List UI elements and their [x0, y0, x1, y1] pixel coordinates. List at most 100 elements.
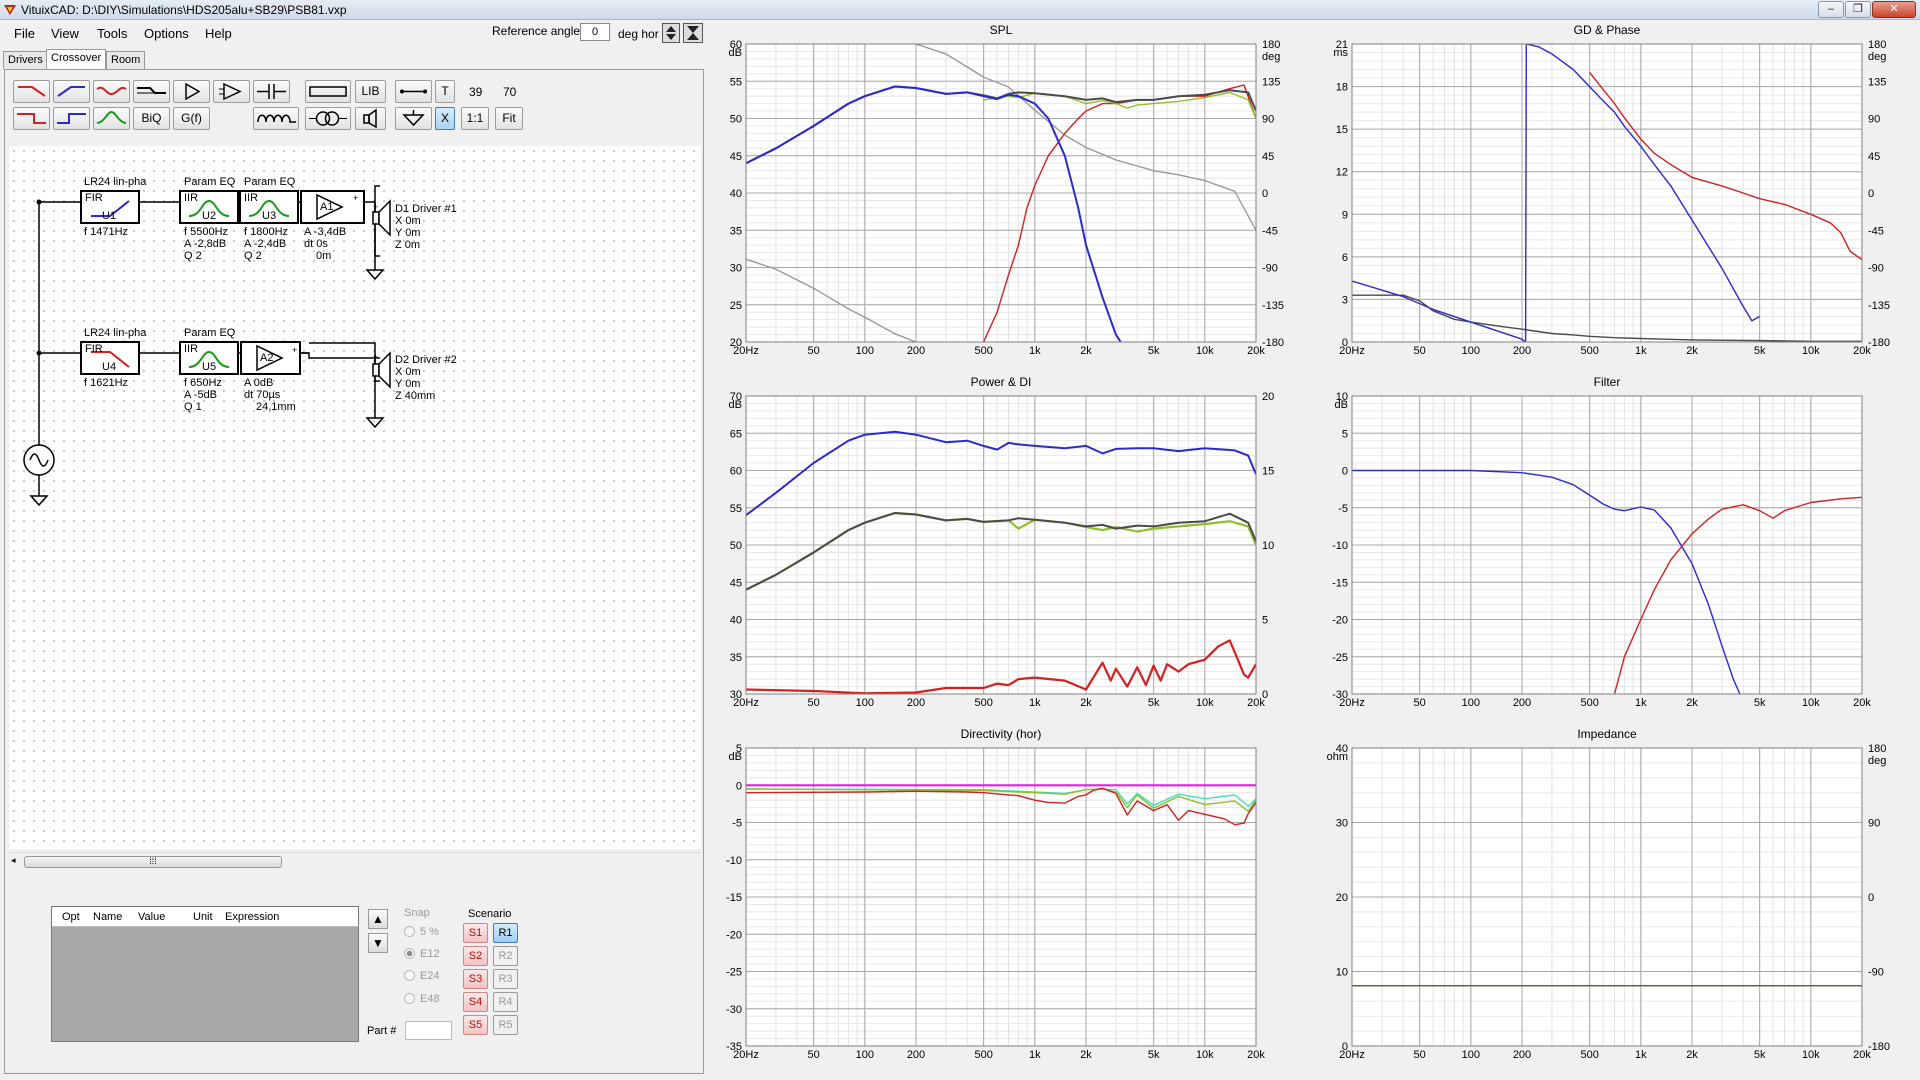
lib-button[interactable]: LIB	[355, 80, 386, 103]
chart-spl[interactable]: SPL 20 25 30 35 40 45 50 55 60 dB -180 -135 -90 -45 0 45…	[708, 20, 1308, 370]
x-toggle-button[interactable]: X	[435, 107, 455, 130]
snap-5-radio[interactable]: 5 %	[404, 926, 439, 938]
updown-arrows-icon	[666, 26, 676, 40]
x-tick-label: 500	[974, 345, 992, 357]
scenario-r5-button[interactable]: R5	[493, 1015, 518, 1035]
x-tick-label: 2k	[1080, 1049, 1092, 1061]
chart-directivity-hor[interactable]: Directivity (hor) -35 -30 -25 -20 -15 -10 -5 0 5 d…	[708, 724, 1308, 1074]
capacitor-button[interactable]	[253, 80, 290, 103]
x-tick-label: 200	[1513, 345, 1531, 357]
transformer-button[interactable]	[305, 107, 351, 130]
x-tick-label: 1k	[1029, 1049, 1041, 1061]
col-opt[interactable]: Opt	[62, 911, 80, 923]
scenario-r3-button[interactable]: R3	[493, 969, 518, 989]
col-unit[interactable]: Unit	[193, 911, 213, 923]
u4-id: U4	[102, 361, 117, 373]
y2-tick-label: -90	[1868, 967, 1884, 979]
y2-tick-label: 135	[1262, 76, 1280, 88]
x-tick-label: 20k	[1247, 345, 1265, 357]
snap-e48-label: E48	[420, 993, 440, 1005]
col-name[interactable]: Name	[93, 911, 122, 923]
schematic-canvas[interactable]: + - + - + + LR24 lin-pha FIR U1 f 1471Hz…	[9, 146, 701, 849]
y-tick-label: 0	[736, 780, 742, 792]
x-tick-label: 100	[856, 1049, 874, 1061]
chart-gd-phase[interactable]: GD & Phase 0 3 6 9 12 15 18 21 ms -180 -135 -90 -45 0 4…	[1314, 20, 1914, 370]
menu-tools[interactable]: Tools	[97, 26, 127, 41]
angle-sweep-button[interactable]	[683, 23, 703, 43]
col-expression[interactable]: Expression	[225, 911, 279, 923]
summing-amp-button[interactable]	[213, 80, 250, 103]
u5-param-f: f 650Hz	[184, 377, 222, 389]
scrollbar-thumb[interactable]: ⁞⁞⁞	[24, 856, 282, 868]
snap-e24-radio[interactable]: E24	[404, 970, 440, 982]
inductor-icon	[257, 114, 296, 123]
menu-help[interactable]: Help	[205, 26, 232, 41]
wire-icon	[400, 89, 427, 94]
scenario-r2-button[interactable]: R2	[493, 946, 518, 966]
x-tick-label: 500	[974, 1049, 992, 1061]
chart-filter[interactable]: Filter -30 -25 -20 -15 -10 -5 0 5 10 dB 20Hz 50 100 20…	[1314, 372, 1914, 722]
tab-crossover[interactable]: Crossover	[46, 49, 107, 70]
shelf-button[interactable]	[133, 80, 170, 103]
minimize-button[interactable]: –	[1818, 1, 1844, 18]
scenario-r4-button[interactable]: R4	[493, 992, 518, 1012]
chart-impedance[interactable]: Impedance 0 10 20 30 40 ohm -180 -90 0 90 180 deg 20H…	[1314, 724, 1914, 1074]
move-down-button[interactable]: ▼	[368, 933, 388, 953]
y2-axis-unit: deg	[1868, 51, 1886, 63]
highpass-blue-button[interactable]	[53, 80, 90, 103]
scroll-left-icon[interactable]: ◂	[11, 855, 16, 866]
highpass-blue2-button[interactable]	[53, 107, 90, 130]
one-to-one-button[interactable]: 1:1	[461, 107, 489, 130]
y2-tick-label: 5	[1262, 615, 1268, 627]
part-number-input[interactable]	[405, 1021, 452, 1040]
inductor-button[interactable]	[253, 107, 299, 130]
close-button[interactable]: ✕	[1872, 1, 1916, 18]
angle-updown-button[interactable]	[662, 23, 680, 43]
wire-button[interactable]	[395, 80, 432, 103]
x-tick-label: 200	[907, 1049, 925, 1061]
title-bar: VituixCAD: D:\DIY\Simulations\HDS205alu+…	[0, 0, 1920, 20]
y-tick-label: 25	[730, 300, 742, 312]
scenario-s1-button[interactable]: S1	[463, 923, 488, 943]
move-up-button[interactable]: ▲	[368, 909, 388, 929]
u4-type: FIR	[85, 343, 103, 355]
y-tick-label: 18	[1336, 82, 1348, 94]
svg-text:+: +	[353, 193, 358, 203]
scenario-r1-button[interactable]: R1	[493, 923, 518, 943]
lowpass-red-button[interactable]	[13, 80, 50, 103]
snap-e12-radio[interactable]: E12	[404, 948, 440, 960]
peak-green-button[interactable]	[93, 107, 130, 130]
snap-e48-radio[interactable]: E48	[404, 993, 440, 1005]
horizontal-scrollbar[interactable]: ◂ ⁞⁞⁞	[9, 852, 701, 869]
gf-button[interactable]: G(f)	[173, 107, 210, 130]
resistor-button[interactable]	[305, 80, 351, 103]
ground-button[interactable]	[395, 107, 432, 130]
tab-drivers[interactable]: Drivers	[3, 51, 48, 69]
scenario-s4-button[interactable]: S4	[463, 992, 488, 1012]
reference-angle-input[interactable]	[580, 23, 610, 41]
chart-svg: Power & DI303540455055606570dB0510152020…	[708, 372, 1308, 722]
lowpass-red2-button[interactable]	[13, 107, 50, 130]
scenario-s2-button[interactable]: S2	[463, 946, 488, 966]
restore-button[interactable]: ❐	[1845, 1, 1871, 18]
parameter-table[interactable]: Opt Name Value Unit Expression	[51, 906, 359, 1042]
chart-title: GD & Phase	[1574, 23, 1641, 37]
menu-view[interactable]: View	[51, 26, 79, 41]
u2-param-f: f 5500Hz	[184, 226, 229, 238]
fit-button[interactable]: Fit	[495, 107, 523, 130]
biquad-button[interactable]: BiQ	[133, 107, 170, 130]
chart-power-di[interactable]: Power & DI 30 35 40 45 50 55 60 65 70 dB 0 5 10 15 20 20…	[708, 372, 1308, 722]
x-tick-label: 2k	[1080, 697, 1092, 709]
notch-red-button[interactable]	[93, 80, 130, 103]
col-value[interactable]: Value	[138, 911, 165, 923]
transformer-t-button[interactable]: T	[435, 80, 455, 103]
scenario-s5-button[interactable]: S5	[463, 1015, 488, 1035]
menu-file[interactable]: File	[14, 26, 35, 41]
schematic-wires: + - + - + +	[23, 185, 391, 507]
tab-room[interactable]: Room	[106, 51, 146, 69]
scenario-s3-button[interactable]: S3	[463, 969, 488, 989]
buffer-button[interactable]	[173, 80, 210, 103]
u2-param-a: A -2,8dB	[184, 238, 227, 250]
menu-options[interactable]: Options	[144, 26, 189, 41]
driver-button[interactable]	[355, 107, 386, 130]
